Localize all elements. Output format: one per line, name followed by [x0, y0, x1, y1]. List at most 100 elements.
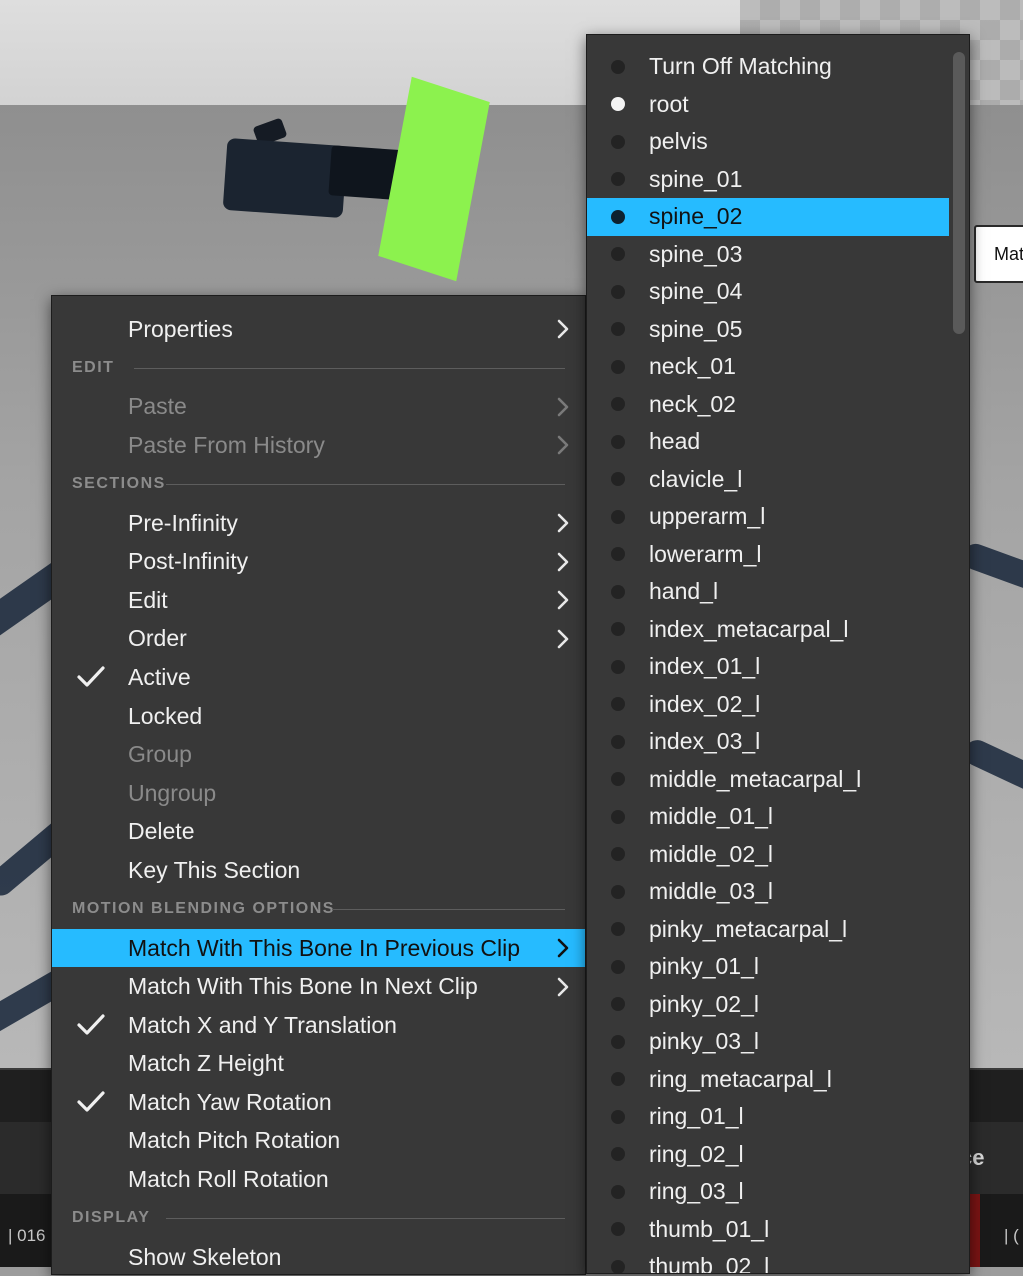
bone-item-neck-02[interactable]: neck_02: [587, 386, 969, 424]
menu-section-title: MOTION BLENDING OPTIONS: [72, 900, 335, 918]
section-divider: [166, 483, 565, 485]
menu-item-label: Post-Infinity: [128, 548, 249, 575]
frame-number-left: | 016: [8, 1226, 46, 1245]
menu-item-match-pitch-rotation[interactable]: Match Pitch Rotation: [52, 1122, 585, 1161]
bone-item-label: middle_01_l: [649, 803, 774, 830]
menu-item-label: Match Z Height: [128, 1050, 284, 1077]
bone-item-middle-metacarpal-l[interactable]: middle_metacarpal_l: [587, 761, 969, 799]
bone-item-index-03-l[interactable]: index_03_l: [587, 723, 969, 761]
bone-item-upperarm-l[interactable]: upperarm_l: [587, 498, 969, 536]
radio-dot-icon: [611, 1072, 625, 1087]
radio-dot-icon: [611, 884, 625, 899]
bone-item-index-01-l[interactable]: index_01_l: [587, 648, 969, 686]
bone-item-ring-metacarpal-l[interactable]: ring_metacarpal_l: [587, 1061, 969, 1099]
menu-item-show-skeleton[interactable]: Show Skeleton: [52, 1238, 585, 1276]
bone-item-label: head: [649, 428, 701, 455]
radio-dot-icon: [611, 172, 625, 187]
bone-item-spine-05[interactable]: spine_05: [587, 311, 969, 349]
radio-dot-icon: [611, 1147, 625, 1162]
bone-item-middle-02-l[interactable]: middle_02_l: [587, 836, 969, 874]
bone-item-spine-02[interactable]: spine_02: [587, 198, 949, 236]
checkmark-icon: [77, 1091, 105, 1112]
bone-item-ring-01-l[interactable]: ring_01_l: [587, 1098, 969, 1136]
menu-item-post-infinity[interactable]: Post-Infinity: [52, 542, 585, 581]
bone-item-spine-04[interactable]: spine_04: [587, 273, 969, 311]
menu-item-locked[interactable]: Locked: [52, 697, 585, 736]
bone-item-middle-03-l[interactable]: middle_03_l: [587, 873, 969, 911]
bone-item-thumb-01-l[interactable]: thumb_01_l: [587, 1211, 969, 1249]
menu-item-order[interactable]: Order: [52, 620, 585, 659]
menu-item-label: Edit: [128, 586, 168, 613]
menu-item-match-yaw-rotation[interactable]: Match Yaw Rotation: [52, 1083, 585, 1122]
bone-item-pelvis[interactable]: pelvis: [587, 123, 969, 161]
menu-item-label: Match Roll Rotation: [128, 1166, 329, 1193]
radio-dot-icon: [611, 1222, 625, 1237]
chevron-right-icon: [557, 397, 569, 417]
chevron-right-icon: [557, 552, 569, 571]
section-context-menu: Properties EDIT Paste Paste From History SEC…: [51, 295, 586, 1275]
bone-item-middle-01-l[interactable]: middle_01_l: [587, 798, 969, 836]
menu-item-match-roll-rotation[interactable]: Match Roll Rotation: [52, 1160, 585, 1199]
bone-item-pinky-01-l[interactable]: pinky_01_l: [587, 948, 969, 986]
bone-item-clavicle-l[interactable]: clavicle_l: [587, 461, 969, 499]
bone-item-pinky-metacarpal-l[interactable]: pinky_metacarpal_l: [587, 911, 969, 949]
menu-item-label: Ungroup: [128, 779, 217, 806]
menu-item-delete[interactable]: Delete: [52, 813, 585, 852]
bone-item-label: spine_01: [649, 165, 743, 192]
radio-dot-icon: [611, 734, 625, 749]
radio-dot-icon: [611, 284, 625, 299]
radio-dot-icon: [611, 997, 625, 1012]
menu-item-edit[interactable]: Edit: [52, 581, 585, 620]
bone-item-turn-off-matching[interactable]: Turn Off Matching: [587, 48, 969, 86]
bone-item-thumb-02-l[interactable]: thumb_02_l: [587, 1248, 969, 1273]
bone-item-neck-01[interactable]: neck_01: [587, 348, 969, 386]
menu-item-properties[interactable]: Properties: [52, 310, 585, 349]
checkmark-icon: [77, 666, 105, 688]
bone-item-ring-02-l[interactable]: ring_02_l: [587, 1136, 969, 1174]
bone-item-label: middle_02_l: [649, 840, 774, 867]
bone-list-scrollbar[interactable]: [953, 52, 965, 334]
menu-item-pre-infinity[interactable]: Pre-Infinity: [52, 504, 585, 543]
chevron-right-icon: [557, 513, 569, 533]
menu-item-label: Match Pitch Rotation: [128, 1127, 341, 1154]
bone-item-root[interactable]: root: [587, 86, 969, 124]
bone-item-label: spine_02: [649, 203, 743, 230]
bone-item-pinky-03-l[interactable]: pinky_03_l: [587, 1023, 969, 1061]
menu-item-match-x-and-y-translation[interactable]: Match X and Y Translation: [52, 1006, 585, 1045]
bone-item-label: index_01_l: [649, 653, 761, 680]
bone-item-ring-03-l[interactable]: ring_03_l: [587, 1173, 969, 1211]
bone-item-label: pinky_02_l: [649, 990, 759, 1017]
bone-item-label: upperarm_l: [649, 503, 766, 530]
menu-item-key-this-section[interactable]: Key This Section: [52, 851, 585, 890]
bone-item-label: thumb_01_l: [649, 1215, 770, 1242]
menu-item-match-with-this-bone-in-next-clip[interactable]: Match With This Bone In Next Clip: [52, 967, 585, 1006]
menu-section-motion-blending-options: MOTION BLENDING OPTIONS: [52, 890, 585, 929]
bone-item-head[interactable]: head: [587, 423, 969, 461]
menu-item-label: Delete: [128, 818, 195, 845]
bone-item-lowerarm-l[interactable]: lowerarm_l: [587, 536, 969, 574]
radio-dot-icon: [611, 322, 625, 337]
bone-item-index-02-l[interactable]: index_02_l: [587, 686, 969, 724]
bone-item-spine-01[interactable]: spine_01: [587, 161, 969, 199]
menu-item-match-z-height[interactable]: Match Z Height: [52, 1045, 585, 1084]
bone-item-label: spine_04: [649, 278, 743, 305]
bone-item-hand-l[interactable]: hand_l: [587, 573, 969, 611]
radio-dot-icon: [611, 847, 625, 862]
bone-item-label: ring_01_l: [649, 1103, 744, 1130]
radio-dot-icon: [611, 547, 625, 562]
bone-item-spine-03[interactable]: spine_03: [587, 236, 969, 274]
radio-dot-icon: [611, 959, 625, 974]
bone-item-pinky-02-l[interactable]: pinky_02_l: [587, 986, 969, 1024]
bone-item-label: ring_02_l: [649, 1140, 744, 1167]
bone-item-index-metacarpal-l[interactable]: index_metacarpal_l: [587, 611, 969, 649]
menu-item-active[interactable]: Active: [52, 658, 585, 697]
menu-item-match-with-this-bone-in-previous-clip[interactable]: Match With This Bone In Previous Clip: [52, 928, 585, 968]
bone-item-label: index_02_l: [649, 690, 761, 717]
menu-section-title: SECTIONS: [72, 475, 166, 493]
bone-item-label: ring_metacarpal_l: [649, 1065, 832, 1092]
bone-item-label: middle_metacarpal_l: [649, 765, 862, 792]
bone-item-label: pinky_03_l: [649, 1028, 759, 1055]
radio-dot-icon: [611, 697, 625, 712]
section-divider: [332, 908, 565, 910]
bone-item-label: index_03_l: [649, 728, 761, 755]
